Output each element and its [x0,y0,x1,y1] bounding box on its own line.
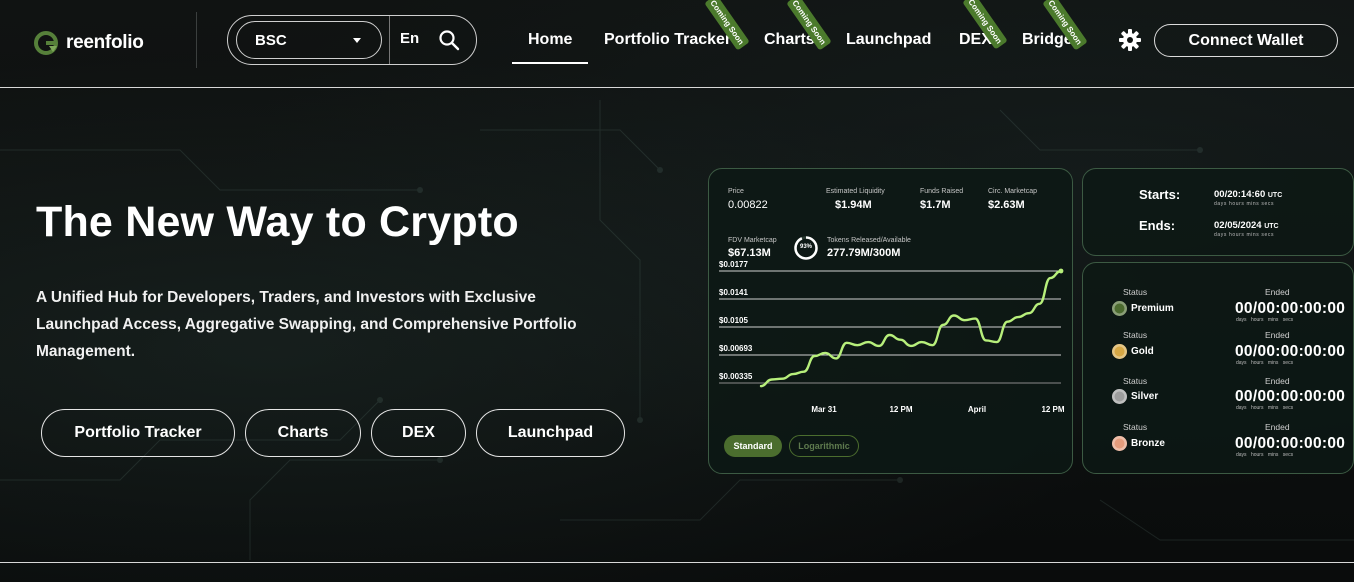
ends-timezone: UTC [1264,223,1279,230]
brand-logo[interactable]: reenfolio [34,30,144,56]
countdown-units: days hours mins secs [1236,360,1294,366]
ends-value: 02/05/2024 UTC [1214,220,1279,231]
hero-charts-button[interactable]: Charts [245,409,361,457]
hero-dex-button[interactable]: DEX [371,409,466,457]
settings-gear-icon[interactable] [1118,28,1142,52]
tier-status-label: Status [1123,330,1148,340]
countdown-units: days hours mins secs [1236,405,1294,411]
countdown-units: days hours mins secs [1236,452,1294,458]
logarithmic-toggle[interactable]: Logarithmic [789,435,859,457]
connect-wallet-button[interactable]: Connect Wallet [1154,24,1338,57]
tier-countdown: 00/00:00:00:00 [1235,435,1346,452]
premium-tier-icon [1112,301,1127,316]
nav-home[interactable]: Home [528,31,572,49]
starts-label: Starts: [1139,187,1181,202]
tier-status-label: Status [1123,287,1148,297]
caret-down-icon [353,38,361,43]
x-tick-label: Mar 31 [811,405,837,414]
tier-name: Gold [1131,346,1154,357]
search-divider [389,16,390,64]
hero-subtitle: A Unified Hub for Developers, Traders, a… [36,289,577,360]
x-tick-label: April [968,405,986,414]
logo-text: reenfolio [66,32,144,53]
latest-price-point [1058,268,1064,274]
bronze-tier-icon [1112,436,1127,451]
ends-date: 02/05/2024 [1214,220,1262,231]
standard-toggle[interactable]: Standard [724,435,782,457]
y-tick-label: $0.0105 [719,316,748,325]
hero-launchpad-button[interactable]: Launchpad [476,409,625,457]
token-chart-card: Price 0.00822 Estimated Liquidity $1.94M… [708,168,1073,474]
hero-title: The New Way to Crypto [36,198,519,246]
starts-timezone: UTC [1267,192,1283,199]
tier-countdown: 00/00:00:00:00 [1235,300,1346,317]
countdown-units: days hours mins secs [1236,317,1294,323]
starts-value: 00/20:14:60 UTC [1214,189,1282,200]
silver-tier-icon [1112,389,1127,404]
search-bar: BSC En [227,15,477,65]
nav-launchpad[interactable]: Launchpad [846,31,931,49]
tier-ended-label: Ended [1265,287,1290,297]
section-divider [0,562,1354,563]
price-series-line [759,269,1063,388]
gold-tier-icon [1112,344,1127,359]
nav-active-indicator [512,62,588,64]
ends-units: days hours mins secs [1214,232,1275,238]
y-tick-label: $0.0141 [719,288,748,297]
nav-portfolio-tracker[interactable]: Portfolio Tracker [604,31,731,49]
tier-ended-label: Ended [1265,376,1290,386]
y-tick-label: $0.00693 [719,344,753,353]
header-divider [196,12,197,68]
tier-ended-label: Ended [1265,330,1290,340]
sale-schedule-card: Starts: 00/20:14:60 UTC days hours mins … [1082,168,1354,256]
starts-time: 00/20:14:60 [1214,189,1266,200]
chain-selector[interactable]: BSC [236,21,382,59]
tier-countdown: 00/00:00:00:00 [1235,343,1346,360]
chain-selector-value: BSC [255,31,287,49]
starts-units: days hours mins secs [1214,201,1275,207]
price-line-chart: $0.0177 $0.0141 $0.0105 $0.00693 $0.00335 Mar… [719,260,1065,414]
language-selector[interactable]: En [400,30,419,47]
hero-portfolio-tracker-button[interactable]: Portfolio Tracker [41,409,235,457]
tier-countdown: 00/00:00:00:00 [1235,388,1346,405]
ends-label: Ends: [1139,218,1176,233]
tier-name: Silver [1131,391,1159,402]
tier-name: Premium [1131,303,1174,314]
tier-ended-label: Ended [1265,422,1290,432]
x-tick-label: 12 PM [889,405,912,414]
x-tick-label: 12 PM [1041,405,1064,414]
y-tick-label: $0.0177 [719,260,748,269]
tier-status-card: Status Ended Premium 00/00:00:00:00 days… [1082,262,1354,474]
top-navbar: reenfolio BSC En Home Portfolio Tracker … [0,0,1354,88]
logo-mark-icon [34,30,64,56]
tier-name: Bronze [1131,438,1165,449]
search-icon[interactable] [438,29,460,51]
tier-status-label: Status [1123,422,1148,432]
tier-status-label: Status [1123,376,1148,386]
y-tick-label: $0.00335 [719,372,753,381]
